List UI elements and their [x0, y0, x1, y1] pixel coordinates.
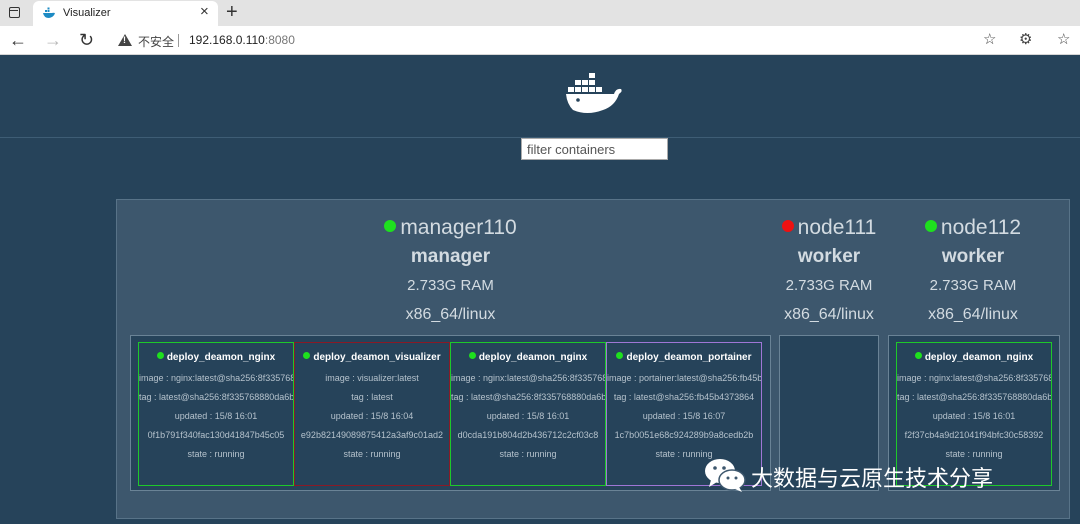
container-id: 1c7b0051e68c924289b9a8cedb2b	[614, 430, 754, 440]
address-separator	[178, 34, 179, 47]
bookmark-star-icon[interactable]: ☆	[983, 30, 996, 50]
container-image: image : portainer:latest@sha256:fb45b437…	[607, 373, 762, 383]
container-tag: tag : latest@sha256:8f335768880da6baf72b…	[451, 392, 606, 402]
favorites-icon[interactable]: ☆	[1057, 30, 1070, 50]
node-status-dot	[781, 220, 794, 233]
url-host: 192.168.0.110	[189, 33, 265, 47]
container-name: deploy_deamon_nginx	[166, 352, 276, 363]
warning-icon[interactable]	[118, 34, 132, 46]
node-header-node111: node111 worker 2.733G RAM x86_64/linux	[779, 214, 879, 329]
container-status-dot	[616, 352, 624, 359]
container-title: deploy_deamon_visualizer	[295, 352, 449, 363]
address-bar[interactable]: 192.168.0.110:8080	[189, 33, 295, 47]
tab-title: Visualizer	[63, 7, 111, 19]
back-arrow-icon[interactable]: ←	[9, 29, 27, 51]
node-header-manager110: manager110 manager 2.733G RAM x86_64/lin…	[130, 214, 771, 329]
node-ram: 2.733G RAM	[407, 277, 494, 294]
node-header-node112: node112 worker 2.733G RAM x86_64/linux	[898, 214, 1048, 329]
node-os: x86_64/linux	[784, 306, 874, 323]
wechat-icon	[705, 459, 746, 492]
node-name: node112	[940, 216, 1022, 239]
container-tag: tag : latest@sha256:8f335768880da6baf72b…	[139, 392, 294, 402]
docker-favicon-icon	[43, 7, 55, 18]
container-id: f2f37cb4a9d21041f94bfc30c58392	[904, 430, 1044, 440]
node-name: manager110	[400, 216, 517, 239]
node-containers-manager110: deploy_deamon_nginx image : nginx:latest…	[130, 335, 771, 491]
container-id: e92b82149089875412a3af9c01ad2	[300, 430, 444, 440]
node-name: node111	[797, 216, 877, 239]
node-status-dot	[924, 220, 937, 233]
container-updated: updated : 15/8 16:01	[932, 411, 1016, 421]
container-image: image : visualizer:latest	[325, 373, 419, 383]
extensions-icon[interactable]: ⚙	[1019, 30, 1032, 50]
container-updated: updated : 15/8 16:01	[174, 411, 258, 421]
container-image: image : nginx:latest@sha256:8f335768880d…	[451, 373, 605, 383]
node-role: manager	[410, 246, 491, 267]
container-title: deploy_deamon_nginx	[139, 352, 293, 363]
container-card[interactable]: deploy_deamon_nginx image : nginx:latest…	[138, 342, 294, 486]
node-status-dot	[384, 220, 397, 233]
browser-toolbar: ← → ↻ 不安全 192.168.0.110:8080 ☆ ⚙ ☆	[0, 26, 1080, 55]
container-updated: updated : 15/8 16:01	[486, 411, 570, 421]
docker-whale-logo-icon	[566, 73, 622, 113]
security-label[interactable]: 不安全	[138, 33, 174, 50]
node-ram: 2.733G RAM	[929, 277, 1017, 294]
container-state: state : running	[343, 449, 401, 459]
container-name: deploy_deamon_nginx	[478, 352, 588, 363]
container-title: deploy_deamon_nginx	[897, 352, 1051, 363]
node-os: x86_64/linux	[405, 306, 496, 323]
container-title: deploy_deamon_portainer	[607, 352, 761, 363]
node-os: x86_64/linux	[928, 306, 1018, 323]
container-image: image : nginx:latest@sha256:8f335768880d…	[897, 373, 1051, 383]
container-status-dot	[156, 352, 164, 359]
container-tag: tag : latest	[351, 392, 393, 402]
reload-icon[interactable]: ↻	[79, 29, 94, 51]
url-port: :8080	[264, 33, 295, 47]
container-status-dot	[303, 352, 311, 359]
window-menu-icon[interactable]	[9, 7, 20, 18]
container-status-dot	[468, 352, 476, 359]
container-state: state : running	[187, 449, 245, 459]
container-card[interactable]: deploy_deamon_nginx image : nginx:latest…	[450, 342, 606, 486]
container-name: deploy_deamon_portainer	[626, 352, 752, 363]
node-role: worker	[941, 246, 1005, 267]
container-state: state : running	[499, 449, 557, 459]
forward-arrow-icon[interactable]: →	[44, 29, 62, 51]
node-name-row: manager110	[130, 214, 771, 242]
container-title: deploy_deamon_nginx	[451, 352, 605, 363]
container-card[interactable]: deploy_deamon_visualizer image : visuali…	[294, 342, 450, 486]
container-updated: updated : 15/8 16:04	[330, 411, 414, 421]
watermark-text: 大数据与云原生技术分享	[751, 467, 994, 492]
container-id: d0cda191b804d2b436712c2cf03c8	[457, 430, 599, 440]
container-name: deploy_deamon_nginx	[924, 352, 1034, 363]
container-status-dot	[914, 352, 922, 359]
node-name-row: node111	[779, 214, 879, 242]
container-name: deploy_deamon_visualizer	[313, 352, 441, 363]
node-name-row: node112	[898, 214, 1048, 242]
tab-close-icon[interactable]: ×	[200, 4, 209, 20]
browser-tab[interactable]: Visualizer ×	[33, 1, 218, 26]
container-tag: tag : latest@sha256:8f335768880da6baf72b…	[897, 392, 1052, 402]
node-ram: 2.733G RAM	[785, 277, 873, 294]
new-tab-button[interactable]: +	[226, 1, 238, 23]
filter-containers-input[interactable]	[521, 138, 668, 160]
container-updated: updated : 15/8 16:07	[642, 411, 726, 421]
container-id: 0f1b791f340fac130d41847b45c05	[147, 430, 285, 440]
page-header	[0, 56, 1080, 138]
node-role: worker	[797, 246, 861, 267]
container-tag: tag : latest@sha256:fb45b4373864	[613, 392, 755, 402]
browser-tab-bar: Visualizer × +	[0, 0, 1080, 26]
container-image: image : nginx:latest@sha256:8f335768880d…	[139, 373, 293, 383]
